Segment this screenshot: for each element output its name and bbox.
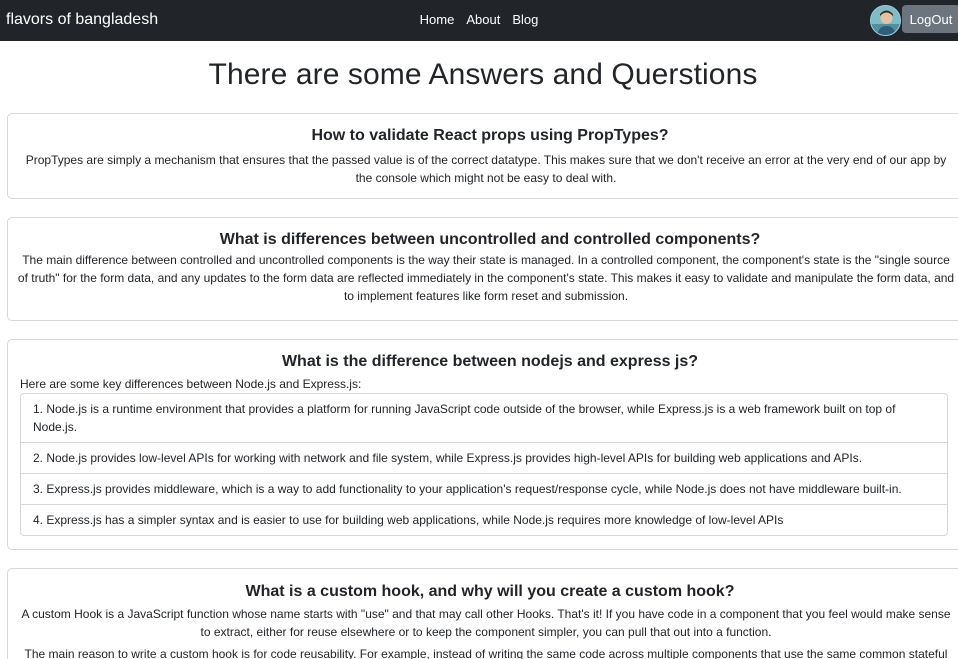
navbar: flavors of bangladesh Home About Blog Lo…: [0, 0, 958, 41]
question-title: How to validate React props using PropTy…: [311, 127, 669, 144]
nav-link-home[interactable]: Home: [420, 12, 455, 27]
page-title: There are some Answers and Querstions: [208, 58, 758, 91]
question-title: What is a custom hook, and why will you …: [245, 583, 735, 600]
list-item: 3. Express.js provides middleware, which…: [21, 473, 947, 504]
qa-card-controlled-components: What is differences between uncontrolled…: [7, 217, 958, 321]
avatar[interactable]: [870, 5, 901, 36]
differences-list: 1. Node.js is a runtime environment that…: [20, 393, 948, 536]
question-title: What is differences between uncontrolled…: [219, 231, 761, 248]
list-item: 1. Node.js is a runtime environment that…: [33, 402, 896, 434]
qa-card-custom-hook: What is a custom hook, and why will you …: [7, 568, 958, 659]
answer-text: The main difference between controlled a…: [17, 253, 955, 303]
nav-link-blog[interactable]: Blog: [512, 12, 538, 27]
logout-button[interactable]: LogOut: [902, 5, 958, 33]
list-item: 2. Node.js provides low-level APIs for w…: [21, 442, 947, 473]
brand-link[interactable]: flavors of bangladesh: [6, 11, 158, 29]
qa-card-proptypes: How to validate React props using PropTy…: [7, 113, 958, 199]
question-title: What is the difference between nodejs an…: [281, 353, 699, 370]
answer-intro: Here are some key differences between No…: [20, 377, 362, 391]
user-avatar-icon: [871, 6, 900, 35]
answer-text: PropTypes are simply a mechanism that en…: [25, 153, 947, 185]
list-item: 4. Express.js has a simpler syntax and i…: [21, 504, 947, 535]
answer-text: A custom Hook is a JavaScript function w…: [21, 607, 951, 639]
answer-text-continued: The main reason to write a custom hook i…: [24, 647, 948, 659]
qa-card-node-vs-express: What is the difference between nodejs an…: [7, 339, 958, 550]
nav-link-about[interactable]: About: [466, 12, 500, 27]
